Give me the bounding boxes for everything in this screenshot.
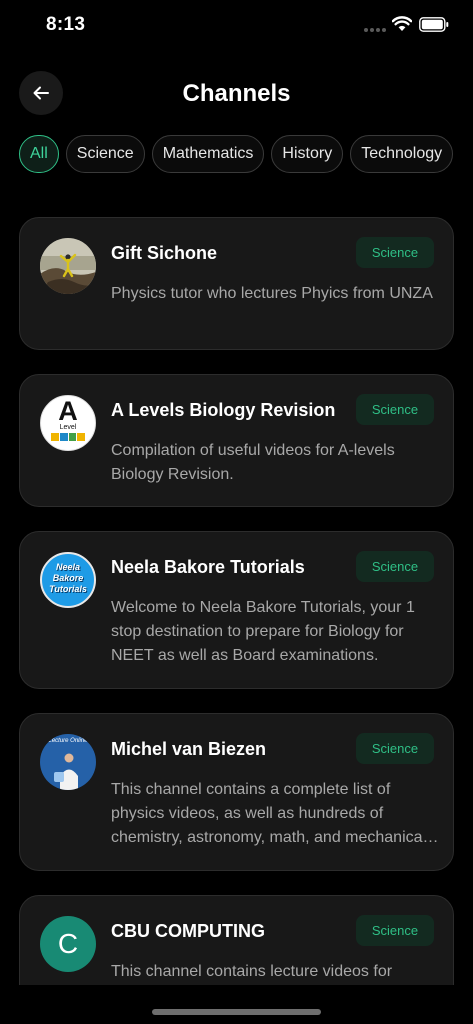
- status-bar: 8:13: [0, 0, 473, 52]
- category-tag: Science: [356, 551, 434, 582]
- channel-description: Compilation of useful videos for A-level…: [111, 442, 395, 483]
- channel-card[interactable]: Lecture Online Michel van Biezen Science…: [19, 713, 454, 871]
- filter-chip-technology[interactable]: Technology: [350, 135, 454, 173]
- avatar-logo-sub: Level: [59, 424, 77, 431]
- channel-name: CBU COMPUTING: [111, 921, 265, 941]
- avatar-logo-text: Neela Bakore Tutorials: [49, 562, 87, 594]
- page-title: Channels: [182, 80, 291, 107]
- channel-avatar: Neela Bakore Tutorials: [40, 552, 96, 608]
- category-tag: Science: [356, 733, 434, 764]
- avatar-initial: C: [57, 928, 79, 959]
- channel-description: This channel contains lecture videos for: [111, 963, 393, 980]
- channel-description: Physics tutor who lectures Phyics from U…: [111, 285, 433, 302]
- status-time: 8:13: [46, 14, 86, 35]
- filter-chip-history[interactable]: History: [271, 135, 344, 173]
- channel-list: Gift Sichone Science Physics tutor who l…: [19, 217, 454, 985]
- avatar-logo-letter: A: [58, 396, 78, 426]
- cellular-signal-icon: [364, 28, 386, 33]
- channel-name: Neela Bakore Tutorials: [111, 557, 305, 577]
- channel-card[interactable]: Gift Sichone Science Physics tutor who l…: [19, 217, 454, 350]
- channel-avatar: Lecture Online: [40, 734, 96, 790]
- category-tag: Science: [356, 394, 434, 425]
- category-tag: Science: [356, 237, 434, 268]
- home-indicator: [152, 1009, 321, 1015]
- channel-name: Gift Sichone: [111, 243, 218, 263]
- channel-avatar: A Level: [40, 395, 96, 451]
- channel-name: Michel van Biezen: [111, 739, 267, 759]
- channel-avatar: C: [40, 916, 96, 972]
- channel-name: A Levels Biology Revision: [111, 400, 336, 420]
- channel-avatar: [40, 238, 96, 294]
- filter-chip-all[interactable]: All: [19, 135, 59, 173]
- battery-icon: [419, 17, 449, 32]
- filter-chip-science[interactable]: Science: [65, 135, 145, 173]
- filter-chip-mathematics[interactable]: Mathematics: [151, 135, 265, 173]
- channel-description: Welcome to Neela Bakore Tutorials, your …: [111, 599, 415, 664]
- category-tag: Science: [356, 915, 434, 946]
- channel-card[interactable]: A Level A Levels Biology Revision Scienc…: [19, 374, 454, 507]
- channel-description: This channel contains a complete list of…: [111, 781, 427, 846]
- category-filter-bar: All Science Mathematics History Technolo…: [19, 135, 473, 175]
- channel-card[interactable]: Neela Bakore Tutorials Neela Bakore Tuto…: [19, 531, 454, 689]
- wifi-icon: [392, 16, 412, 31]
- header: Channels: [0, 70, 473, 118]
- channel-card[interactable]: C CBU COMPUTING Science This channel con…: [19, 895, 454, 985]
